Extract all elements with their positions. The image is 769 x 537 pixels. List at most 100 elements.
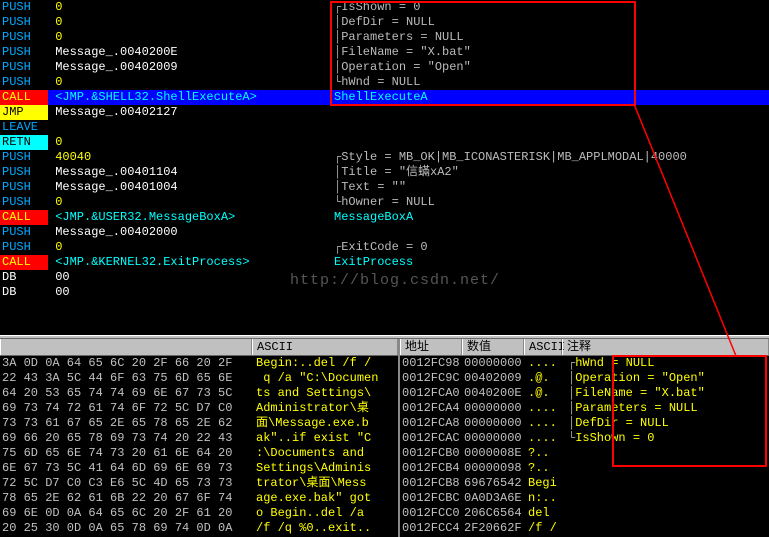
hex-ascii: Administrator\桌 [254,401,369,416]
disasm-line[interactable]: PUSH 0│Parameters = NULL [0,30,769,45]
comment: │Parameters = NULL [328,30,464,45]
hex-dump[interactable]: ASCII 3A 0D 0A 64 65 6C 20 2F 66 20 2FBe… [0,339,400,537]
disasm-line[interactable]: PUSH 0└hWnd = NULL [0,75,769,90]
hex-ascii: ak"..if exist "C [254,431,371,446]
disasm-line[interactable]: LEAVE [0,120,769,135]
disasm-line[interactable]: CALL <JMP.&KERNEL32.ExitProcess>ExitProc… [0,255,769,270]
hex-ascii: Settings\Adminis [254,461,371,476]
stack-row[interactable]: 0012FCC42F20662F/f / [400,521,769,536]
mnemonic: PUSH [0,180,48,195]
mnemonic: PUSH [0,195,48,210]
hex-bytes: 72 5C D7 C0 C3 E6 5C 4D 65 73 73 [0,476,254,491]
hex-bytes: 78 65 2E 62 61 6B 22 20 67 6F 74 [0,491,254,506]
hex-row[interactable]: 69 6E 0D 0A 64 65 6C 20 2F 61 20o Begin.… [0,506,398,521]
hex-row[interactable]: 3A 0D 0A 64 65 6C 20 2F 66 20 2FBegin:..… [0,356,398,371]
mnemonic: JMP [0,105,48,120]
stack-row[interactable]: 0012FCC0206C6564del [400,506,769,521]
hex-row[interactable]: 75 6D 65 6E 74 73 20 61 6E 64 20:\Docume… [0,446,398,461]
stack-comment: │FileName = "X.bat" [568,386,705,401]
watermark: http://blog.csdn.net/ [290,272,500,289]
operand: Message_.00402009 [48,60,328,75]
stack-comment: └IsShown = 0 [568,431,654,446]
operand: Message_.00401104 [48,165,328,180]
operand: Message_.00401004 [48,180,328,195]
operand: 0 [48,15,328,30]
hex-row[interactable]: 73 73 61 67 65 2E 65 78 65 2E 62面\Messag… [0,416,398,431]
stack-row[interactable]: 0012FCA400000000....│Parameters = NULL [400,401,769,416]
operand: 00 [48,270,328,285]
mnemonic: PUSH [0,150,48,165]
hex-bytes: 22 43 3A 5C 44 6F 63 75 6D 65 6E [0,371,254,386]
hex-row[interactable]: 69 66 20 65 78 69 73 74 20 22 43ak"..if … [0,431,398,446]
disasm-line[interactable]: RETN 0 [0,135,769,150]
disasm-line[interactable]: CALL <JMP.&SHELL32.ShellExecuteA>ShellEx… [0,90,769,105]
disasm-line[interactable]: PUSH Message_.00402000 [0,225,769,240]
disasm-line[interactable]: PUSH 0└hOwner = NULL [0,195,769,210]
comment: │DefDir = NULL [328,15,435,30]
stack-row[interactable]: 0012FCB00000008E?.. [400,446,769,461]
mnemonic: PUSH [0,165,48,180]
disassembly-panel[interactable]: PUSH 0┌IsShown = 0PUSH 0│DefDir = NULLPU… [0,0,769,335]
mnemonic: PUSH [0,15,48,30]
stack-row[interactable]: 0012FC9C00402009.@.│Operation = "Open" [400,371,769,386]
hex-bytes: 3A 0D 0A 64 65 6C 20 2F 66 20 2F [0,356,254,371]
hex-row[interactable]: 6E 67 73 5C 41 64 6D 69 6E 69 73Settings… [0,461,398,476]
disasm-line[interactable]: CALL <JMP.&USER32.MessageBoxA>MessageBox… [0,210,769,225]
hex-bytes: 75 6D 65 6E 74 73 20 61 6E 64 20 [0,446,254,461]
operand: 0 [48,0,328,15]
hex-row[interactable]: 64 20 53 65 74 74 69 6E 67 73 5Cts and S… [0,386,398,401]
hex-bytes: 69 73 74 72 61 74 6F 72 5C D7 C0 [0,401,254,416]
disasm-line[interactable]: PUSH Message_.00402009│Operation = "Open… [0,60,769,75]
comment: │Text = "" [328,180,406,195]
disasm-line[interactable]: PUSH 40040┌Style = MB_OK|MB_ICONASTERISK… [0,150,769,165]
hex-bytes: 69 6E 0D 0A 64 65 6C 20 2F 61 20 [0,506,254,521]
stack-row[interactable]: 0012FCB400000098?.. [400,461,769,476]
disasm-line[interactable]: PUSH 0│DefDir = NULL [0,15,769,30]
hex-row[interactable]: 20 25 30 0D 0A 65 78 69 74 0D 0A/f /q %0… [0,521,398,536]
disasm-line[interactable]: JMP Message_.00402127 [0,105,769,120]
stack-row[interactable]: 0012FCAC00000000....└IsShown = 0 [400,431,769,446]
comment: ShellExecuteA [328,90,428,105]
comment: │FileName = "X.bat" [328,45,471,60]
operand: 0 [48,240,328,255]
stack-row[interactable]: 0012FCA800000000....│DefDir = NULL [400,416,769,431]
mnemonic: RETN [0,135,48,150]
hex-row[interactable]: 69 73 74 72 61 74 6F 72 5C D7 C0Administ… [0,401,398,416]
mnemonic: PUSH [0,240,48,255]
hex-ascii: :\Documents and [254,446,371,461]
comment: ┌IsShown = 0 [328,0,420,15]
disasm-line[interactable]: PUSH 0┌IsShown = 0 [0,0,769,15]
stack-comment: ┌hWnd = NULL [568,356,654,371]
hex-row[interactable]: 78 65 2E 62 61 6B 22 20 67 6F 74age.exe.… [0,491,398,506]
hex-row[interactable]: 22 43 3A 5C 44 6F 63 75 6D 65 6E q /a "C… [0,371,398,386]
operand: 00 [48,285,328,300]
disasm-line[interactable]: PUSH Message_.00401004│Text = "" [0,180,769,195]
mnemonic: DB [0,285,48,300]
hex-ascii: Begin:..del /f / [254,356,371,371]
disasm-line[interactable]: PUSH Message_.00401104│Title = "信蟎xA2" [0,165,769,180]
stack-row[interactable]: 0012FCA00040200E.@.│FileName = "X.bat" [400,386,769,401]
comment: │Title = "信蟎xA2" [328,165,459,180]
operand: <JMP.&USER32.MessageBoxA> [48,210,328,225]
operand: Message_.00402127 [48,105,328,120]
stack-row[interactable]: 0012FCBC0A0D3A6En:.. [400,491,769,506]
hex-row[interactable]: 72 5C D7 C0 C3 E6 5C 4D 65 73 73trator\桌… [0,476,398,491]
mnemonic: PUSH [0,0,48,15]
hex-bytes: 69 66 20 65 78 69 73 74 20 22 43 [0,431,254,446]
operand: 40040 [48,150,328,165]
mnemonic: PUSH [0,45,48,60]
hex-ascii: o Begin..del /a [254,506,371,521]
disasm-line[interactable]: PUSH 0┌ExitCode = 0 [0,240,769,255]
comment: └hOwner = NULL [328,195,435,210]
stack-comment: │Operation = "Open" [568,371,705,386]
disasm-line[interactable]: PUSH Message_.0040200E│FileName = "X.bat… [0,45,769,60]
stack-comment: │Parameters = NULL [568,401,698,416]
stack-row[interactable]: 0012FCB869676542Begi [400,476,769,491]
stack-view[interactable]: 地址 数值 ASCII 注释 0012FC9800000000....┌hWnd… [400,339,769,537]
operand: 0 [48,195,328,210]
operand: 0 [48,75,328,90]
stack-row[interactable]: 0012FC9800000000....┌hWnd = NULL [400,356,769,371]
comment: └hWnd = NULL [328,75,420,90]
mnemonic: PUSH [0,225,48,240]
mnemonic: PUSH [0,30,48,45]
